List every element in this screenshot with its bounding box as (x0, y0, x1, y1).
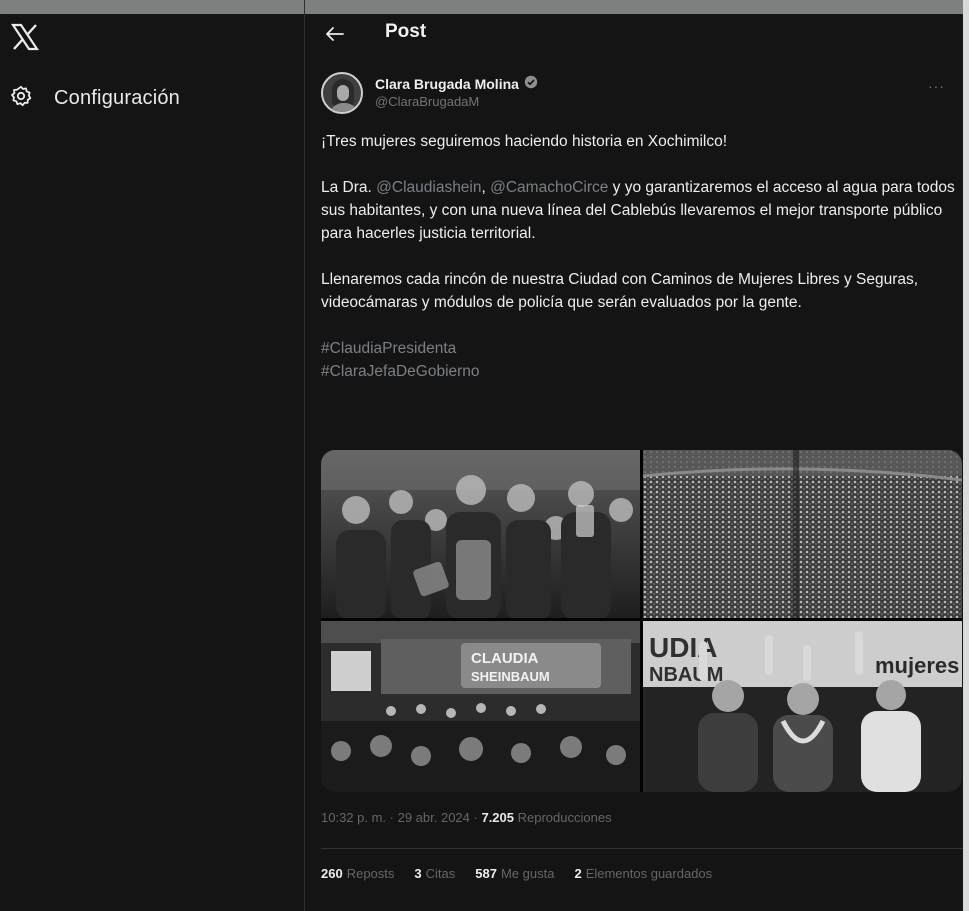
author-name-text: Clara Brugada Molina (375, 75, 519, 92)
post-time[interactable]: 10:32 p. m. (321, 810, 386, 825)
text-span: La Dra. (321, 179, 377, 196)
hashtags: #ClaudiaPresidenta #ClaraJefaDeGobierno (321, 337, 957, 383)
text-span: , (481, 179, 491, 196)
sidebar-item-settings[interactable]: Configuración (10, 80, 180, 116)
sidebar: Configuración (0, 0, 300, 911)
bookmarks-label: Elementos guardados (585, 866, 713, 881)
banner-text: UDIA (649, 632, 717, 663)
post-author: Clara Brugada Molina @ClaraBrugadaM ··· (321, 72, 951, 118)
post-meta: 10:32 p. m. · 29 abr. 2024 · 7.205 Repro… (321, 810, 612, 825)
reposts-count: 260 (321, 866, 343, 881)
likes-stat[interactable]: 587 Me gusta (475, 866, 554, 881)
media-photo-2[interactable] (643, 450, 962, 618)
quotes-label: Citas (425, 866, 456, 881)
bookmarks-count: 2 (574, 866, 582, 881)
meta-separator: · (469, 810, 482, 825)
post-paragraph: ¡Tres mujeres seguiremos haciendo histor… (321, 133, 728, 150)
banner-text: NBAUM (649, 664, 723, 686)
author-handle[interactable]: @ClaraBrugadaM (375, 94, 479, 109)
quotes-count: 3 (414, 866, 422, 881)
verified-badge-icon (524, 75, 538, 92)
views-count: 7.205 (481, 810, 515, 825)
reposts-label: Reposts (346, 866, 395, 881)
post-text: ¡Tres mujeres seguiremos haciendo histor… (321, 130, 957, 383)
likes-count: 587 (475, 866, 497, 881)
author-name[interactable]: Clara Brugada Molina (375, 75, 538, 92)
views-label: Reproducciones (514, 810, 612, 825)
likes-label: Me gusta (500, 866, 555, 881)
page-title: Post (385, 21, 427, 42)
mention-link[interactable]: @Claudiashein (376, 179, 481, 196)
banner-text: mujeres (875, 653, 959, 678)
post-paragraph: La Dra. @Claudiashein, @CamachoCirce y y… (321, 176, 957, 245)
mention-link[interactable]: @CamachoCirce (490, 179, 608, 196)
arrow-left-icon[interactable] (323, 22, 347, 46)
main-column: Post Clara Brugada Molina @ClaraBrugadaM… (305, 0, 963, 911)
meta-separator: · (386, 810, 398, 825)
post-paragraph: Llenaremos cada rincón de nuestra Ciudad… (321, 271, 919, 311)
hashtag-link[interactable]: #ClaraJefaDeGobierno (321, 363, 480, 380)
more-options-icon[interactable]: ··· (928, 78, 945, 94)
media-grid: CLAUDIA SHEINBAUM UDIA NBAUM mujeres (321, 450, 962, 792)
post-header: Post (305, 14, 963, 54)
app-window: Configuración Post Clara Brugada Molina (0, 0, 969, 911)
banner-text: CLAUDIA (471, 650, 539, 667)
x-logo-icon[interactable] (8, 22, 42, 52)
sidebar-item-label: Configuración (54, 86, 181, 109)
media-photo-4[interactable]: UDIA NBAUM mujeres (643, 621, 962, 792)
banner-text: SHEINBAUM (471, 669, 550, 684)
media-photo-1[interactable] (321, 450, 640, 618)
avatar[interactable] (321, 72, 363, 114)
hashtag-link[interactable]: #ClaudiaPresidenta (321, 340, 456, 357)
bookmarks-stat[interactable]: 2 Elementos guardados (574, 866, 712, 881)
reposts-stat[interactable]: 260 Reposts (321, 866, 394, 881)
post-date[interactable]: 29 abr. 2024 (398, 810, 470, 825)
post-stats: 260 Reposts 3 Citas 587 Me gusta 2 Elementos… (321, 866, 712, 881)
media-photo-3[interactable]: CLAUDIA SHEINBAUM (321, 621, 640, 792)
divider (321, 848, 963, 849)
gear-icon (10, 85, 32, 112)
quotes-stat[interactable]: 3 Citas (414, 866, 455, 881)
